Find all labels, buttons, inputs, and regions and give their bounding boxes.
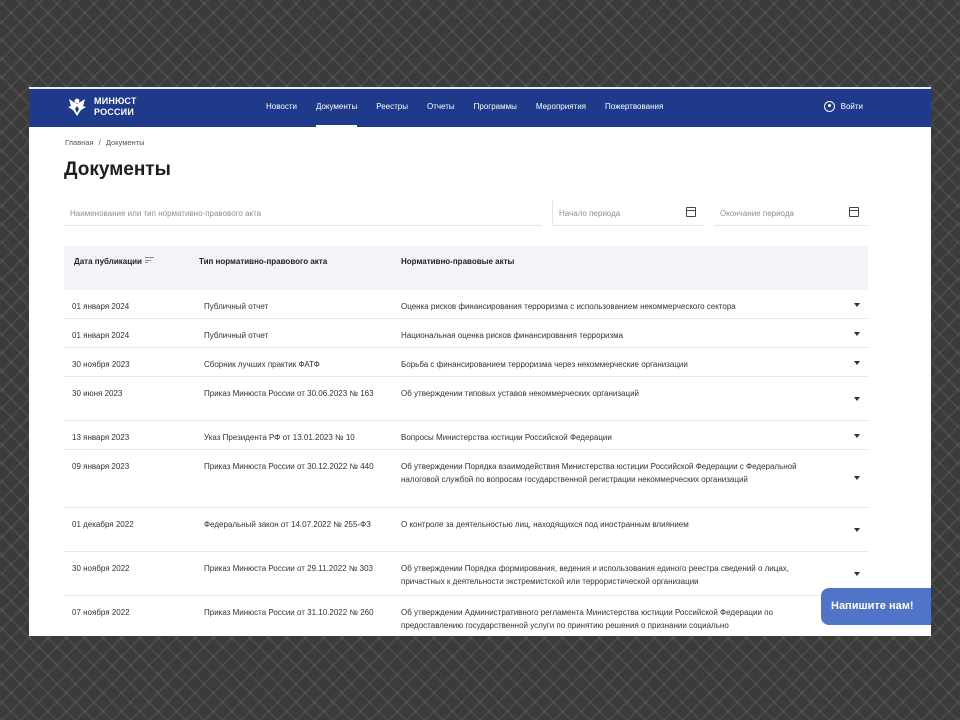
nav-item-documents[interactable]: Документы bbox=[315, 89, 358, 127]
row-date: 30 ноября 2022 bbox=[72, 564, 130, 573]
column-header-acts: Нормативно-правовые акты bbox=[401, 257, 515, 266]
table-row[interactable]: 01 января 2024 Публичный отчет Националь… bbox=[64, 319, 868, 348]
calendar-icon[interactable] bbox=[849, 207, 859, 217]
row-date: 30 июня 2023 bbox=[72, 389, 123, 398]
row-type: Сборник лучших практик ФАТФ bbox=[204, 360, 320, 369]
table-header: Дата публикации Тип нормативно-правового… bbox=[64, 246, 868, 290]
user-icon bbox=[823, 101, 835, 112]
table-row[interactable]: 01 января 2024 Публичный отчет Оценка ри… bbox=[64, 290, 868, 319]
calendar-icon[interactable] bbox=[686, 207, 696, 217]
start-date-placeholder: Начало периода bbox=[559, 209, 621, 218]
end-date-placeholder: Окончание периода bbox=[720, 209, 794, 218]
chevron-down-icon[interactable] bbox=[854, 434, 860, 438]
breadcrumb-current: Документы bbox=[105, 138, 145, 147]
table-row[interactable]: 13 января 2023 Указ Президента РФ от 13.… bbox=[64, 421, 868, 450]
table-row[interactable]: 30 ноября 2022 Приказ Минюста России от … bbox=[64, 552, 868, 596]
site-logo[interactable]: МИНЮСТ РОССИИ bbox=[65, 95, 137, 119]
column-header-date[interactable]: Дата публикации bbox=[74, 257, 154, 266]
row-date: 09 января 2023 bbox=[72, 462, 130, 471]
nav-item-events[interactable]: Мероприятия bbox=[536, 89, 586, 127]
row-act: Об утверждении типовых уставов некоммерч… bbox=[401, 389, 639, 398]
row-act: Вопросы Министерства юстиции Российской … bbox=[401, 433, 612, 442]
start-date-field[interactable]: Начало периода bbox=[552, 200, 704, 226]
row-act: О контроле за деятельностью лиц, находящ… bbox=[401, 520, 689, 529]
row-date: 13 января 2023 bbox=[72, 433, 130, 442]
table-row[interactable]: 09 января 2023 Приказ Минюста России от … bbox=[64, 450, 868, 508]
logo-line-1: МИНЮСТ bbox=[94, 96, 137, 106]
row-date: 01 декабря 2022 bbox=[72, 520, 134, 529]
chevron-down-icon[interactable] bbox=[854, 361, 860, 365]
chevron-down-icon[interactable] bbox=[854, 476, 860, 480]
nav-item-reports[interactable]: Отчеты bbox=[427, 89, 455, 127]
top-navigation-bar: МИНЮСТ РОССИИ Новости Документы Реестры … bbox=[29, 87, 931, 127]
login-label: Войти bbox=[840, 102, 863, 111]
eagle-emblem-icon bbox=[68, 98, 86, 116]
nav-item-donations[interactable]: Пожертвования bbox=[605, 89, 663, 127]
row-type: Приказ Минюста России от 30.12.2022 № 44… bbox=[204, 462, 374, 471]
row-date: 07 ноября 2022 bbox=[72, 608, 130, 617]
column-header-date-label: Дата публикации bbox=[74, 257, 142, 266]
nav-item-programs[interactable]: Программы bbox=[474, 89, 517, 127]
search-input[interactable]: Наименование или тип нормативно-правовог… bbox=[64, 200, 542, 226]
chevron-down-icon[interactable] bbox=[854, 303, 860, 307]
row-type: Публичный отчет bbox=[204, 331, 269, 340]
table-row[interactable]: 01 декабря 2022 Федеральный закон от 14.… bbox=[64, 508, 868, 552]
logo-line-2: РОССИИ bbox=[94, 107, 135, 117]
row-type: Указ Президента РФ от 13.01.2023 № 10 bbox=[204, 433, 355, 442]
table-row[interactable]: 07 ноября 2022 Приказ Минюста России от … bbox=[64, 596, 868, 636]
row-act: Борьба с финансированием терроризма чере… bbox=[401, 360, 688, 369]
table-row[interactable]: 30 июня 2023 Приказ Минюста России от 30… bbox=[64, 377, 868, 421]
row-type: Приказ Минюста России от 31.10.2022 № 26… bbox=[204, 608, 374, 617]
page-title: Документы bbox=[64, 159, 171, 180]
table-row[interactable]: 30 ноября 2023 Сборник лучших практик ФА… bbox=[64, 348, 868, 377]
end-date-field[interactable]: Окончание периода bbox=[714, 200, 867, 226]
sort-icon[interactable] bbox=[144, 257, 154, 263]
chevron-down-icon[interactable] bbox=[854, 572, 860, 576]
row-act: Об утверждении Порядка взаимодействия Ми… bbox=[401, 462, 797, 484]
row-date: 01 января 2024 bbox=[72, 331, 130, 340]
row-type: Федеральный закон от 14.07.2022 № 255-ФЗ bbox=[204, 520, 372, 529]
row-type: Приказ Минюста России от 30.06.2023 № 16… bbox=[204, 389, 374, 398]
row-act: Об утверждении Порядка формирования, вед… bbox=[401, 564, 790, 586]
browser-viewport: МИНЮСТ РОССИИ Новости Документы Реестры … bbox=[29, 87, 931, 636]
row-act: Национальная оценка рисков финансировани… bbox=[401, 331, 624, 340]
row-date: 01 января 2024 bbox=[72, 302, 130, 311]
write-to-us-button[interactable]: Напишите нам! bbox=[821, 588, 931, 625]
chevron-down-icon[interactable] bbox=[854, 397, 860, 401]
documents-table: Дата публикации Тип нормативно-правового… bbox=[64, 246, 868, 636]
chevron-down-icon[interactable] bbox=[854, 528, 860, 532]
search-placeholder: Наименование или тип нормативно-правовог… bbox=[70, 209, 262, 218]
main-nav: Новости Документы Реестры Отчеты Програм… bbox=[266, 89, 682, 127]
row-type: Приказ Минюста России от 29.11.2022 № 30… bbox=[204, 564, 373, 573]
chevron-down-icon[interactable] bbox=[854, 332, 860, 336]
row-date: 30 ноября 2023 bbox=[72, 360, 130, 369]
row-act: Оценка рисков финансирования терроризма … bbox=[401, 302, 736, 311]
login-button[interactable]: Войти bbox=[823, 101, 863, 112]
nav-item-registries[interactable]: Реестры bbox=[376, 89, 408, 127]
breadcrumb-separator: / bbox=[98, 138, 101, 147]
breadcrumb-home[interactable]: Главная bbox=[65, 138, 94, 147]
breadcrumb: Главная / Документы bbox=[65, 138, 148, 147]
row-type: Публичный отчет bbox=[204, 302, 269, 311]
column-header-type: Тип нормативно-правового акта bbox=[199, 257, 328, 266]
row-act: Об утверждении Административного регламе… bbox=[401, 608, 773, 630]
nav-item-news[interactable]: Новости bbox=[266, 89, 297, 127]
